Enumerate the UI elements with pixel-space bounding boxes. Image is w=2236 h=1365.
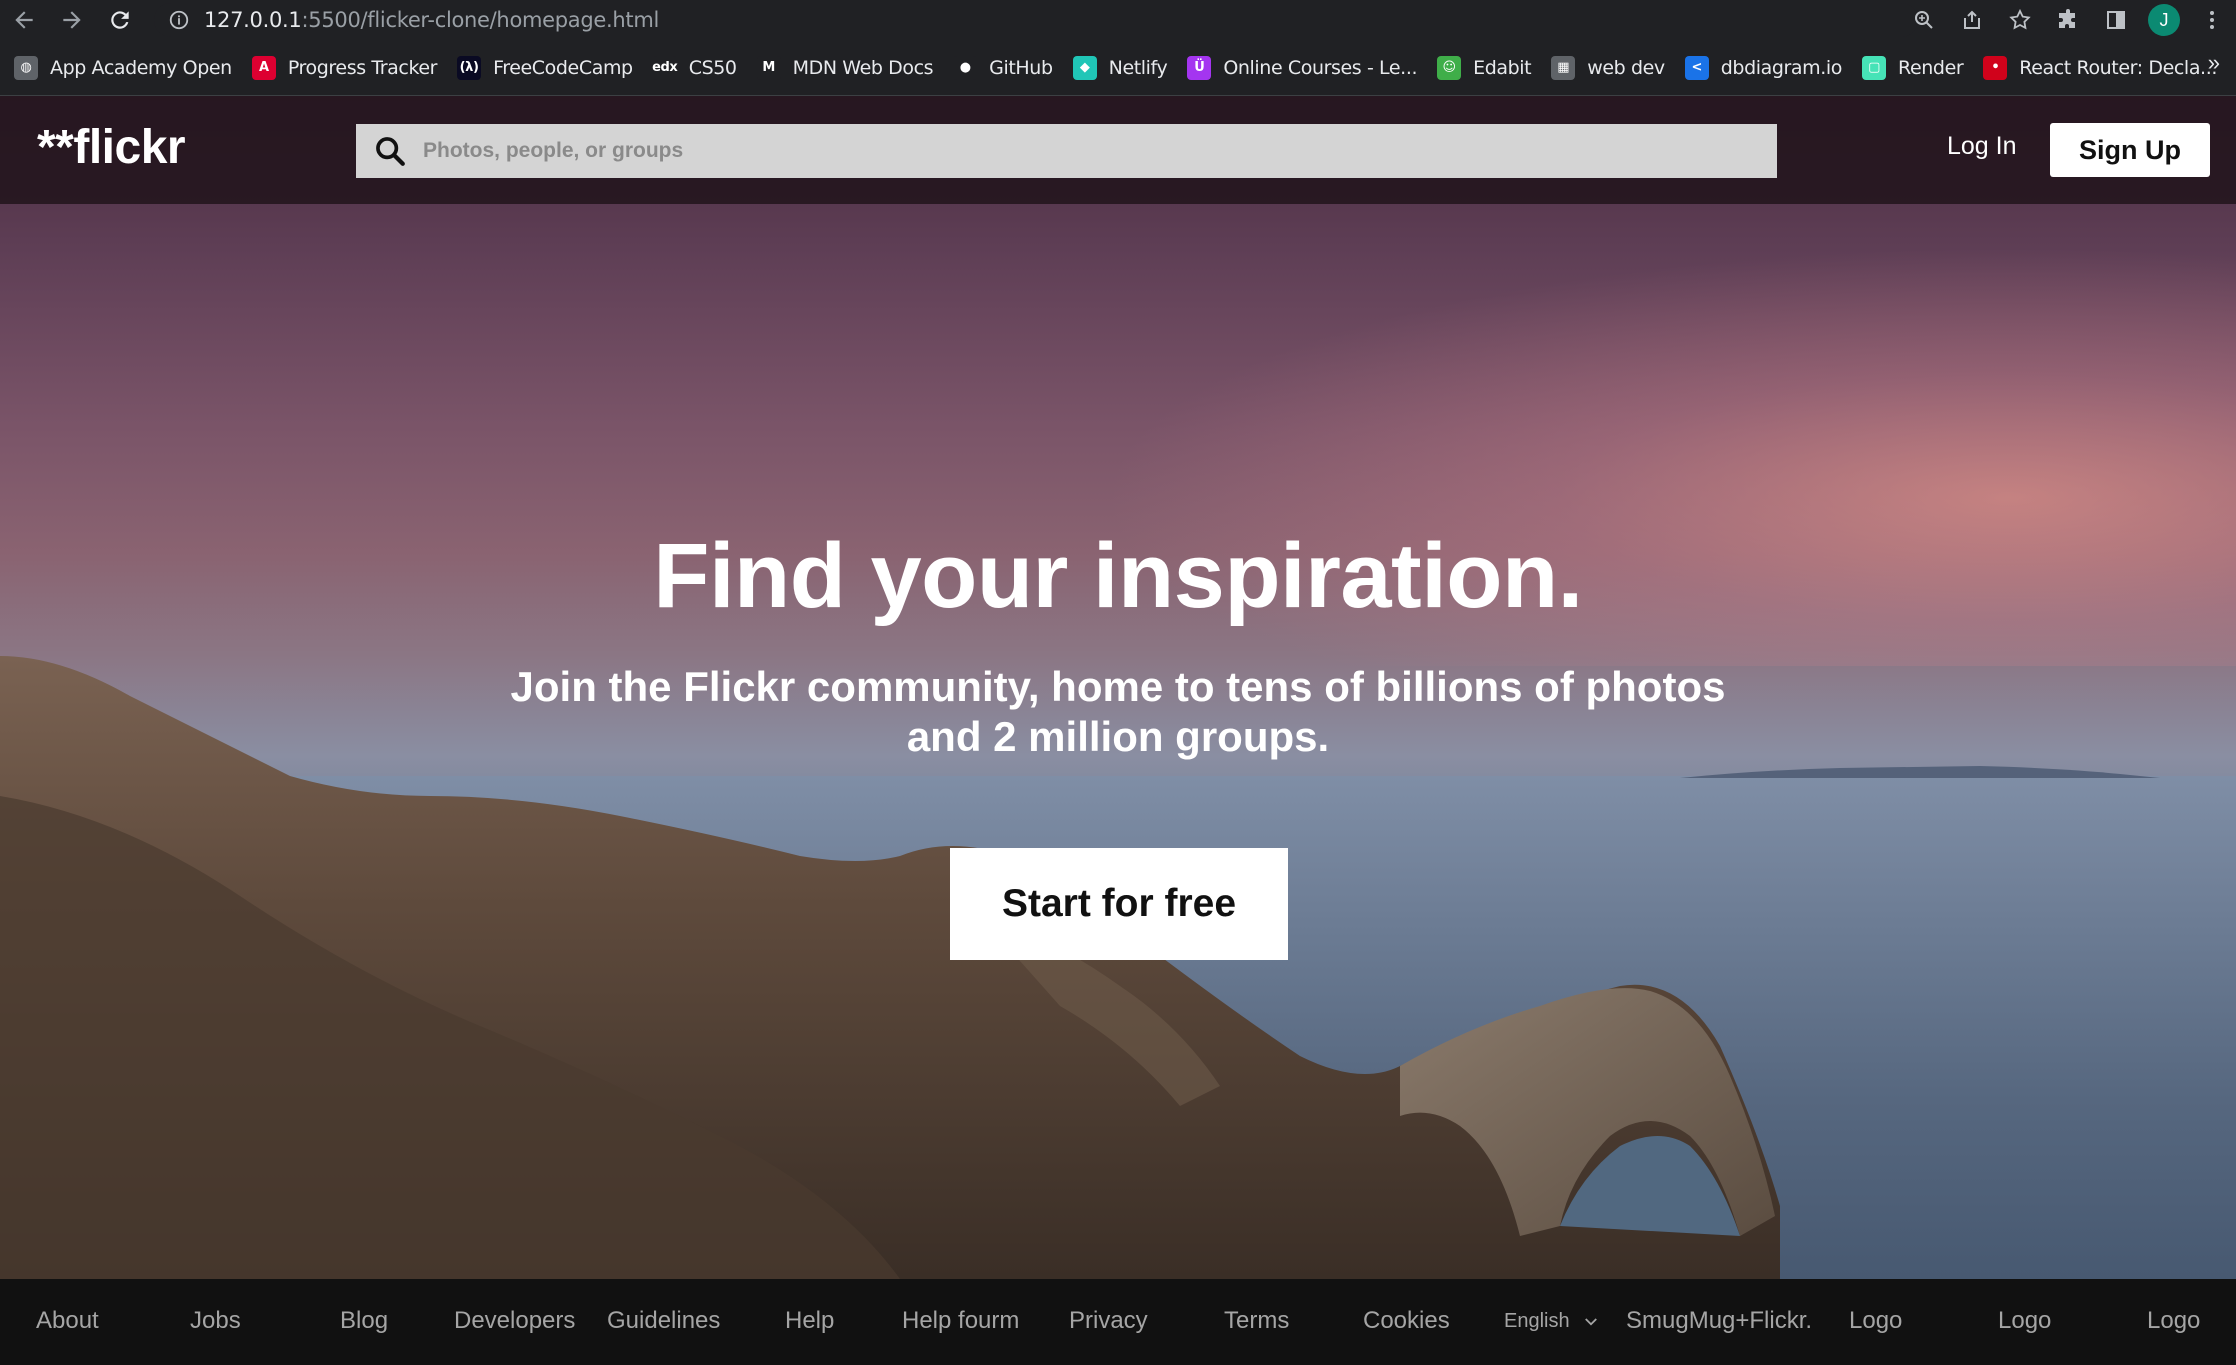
bookmark-item[interactable]: Ü Online Courses - Le... [1185, 48, 1427, 88]
netlify-icon: ◆ [1072, 55, 1097, 80]
footer-link-privacy[interactable]: Privacy [1069, 1307, 1148, 1335]
bookmark-item[interactable]: ▦ web dev [1549, 48, 1675, 88]
share-button[interactable] [1948, 0, 1996, 40]
edabit-icon: ☺ [1437, 55, 1462, 80]
reload-button[interactable] [96, 0, 144, 40]
bookmark-item[interactable]: < dbdiagram.io [1683, 48, 1852, 88]
render-icon: ▢ [1862, 55, 1887, 80]
browser-actions: J [1900, 0, 2236, 40]
arrow-left-icon [15, 11, 33, 29]
bookmarks-bar: ◍ App Academy Open A Progress Tracker (λ) Fre… [0, 40, 2236, 96]
info-icon [169, 10, 189, 30]
bookmark-label: Netlify [1108, 56, 1168, 79]
freecodecamp-icon: (λ) [457, 55, 482, 80]
arrow-right-icon [63, 11, 81, 29]
puzzle-icon [2059, 9, 2075, 28]
hero-subline: Join the Flickr community, home to tens … [510, 663, 1726, 760]
bookmark-label: App Academy Open [50, 56, 232, 79]
bookmark-label: Online Courses - Le... [1223, 56, 1418, 79]
bookmark-star-button[interactable] [1996, 0, 2044, 40]
language-selector[interactable]: English [1504, 1310, 1600, 1333]
hero-headline: Find your inspiration. [653, 525, 1583, 627]
footer-logo-link[interactable]: Logo [1849, 1307, 1902, 1335]
browser-toolbar: 127.0.0.1:5500/flicker-clone/homepage.ht… [0, 0, 2236, 40]
angular-icon: A [251, 55, 276, 80]
flickr-logo[interactable]: **flickr [37, 120, 186, 175]
login-link[interactable]: Log In [1947, 132, 2017, 161]
bookmark-item[interactable]: A Progress Tracker [250, 48, 447, 88]
bookmark-label: MDN Web Docs [792, 56, 934, 79]
signup-button[interactable]: Sign Up [2050, 123, 2210, 177]
footer-link-cookies[interactable]: Cookies [1363, 1307, 1450, 1335]
smugmug-flickr-link[interactable]: SmugMug+Flickr. [1626, 1307, 1812, 1335]
address-bar[interactable]: 127.0.0.1:5500/flicker-clone/homepage.ht… [154, 3, 1918, 37]
side-panel-icon [2107, 11, 2125, 29]
globe-icon: ◍ [14, 55, 38, 80]
footer-link-blog[interactable]: Blog [340, 1307, 388, 1335]
bookmark-item[interactable]: edx CS50 [651, 48, 747, 88]
react-router-icon: • [1983, 55, 2008, 80]
bookmark-item[interactable]: (λ) FreeCodeCamp [455, 48, 643, 88]
zoom-button[interactable] [1900, 0, 1948, 40]
footer-link-developers[interactable]: Developers [454, 1307, 575, 1335]
footer-link-jobs[interactable]: Jobs [190, 1307, 241, 1335]
github-icon: ● [953, 55, 978, 80]
start-for-free-button[interactable]: Start for free [950, 848, 1288, 960]
share-icon [1964, 10, 1980, 29]
bookmark-label: dbdiagram.io [1720, 56, 1843, 79]
bookmark-item[interactable]: ● GitHub [951, 48, 1062, 88]
footer-link-guidelines[interactable]: Guidelines [607, 1307, 720, 1335]
search-input[interactable] [423, 139, 1723, 163]
forward-button[interactable] [48, 0, 96, 40]
bookmark-item[interactable]: • React Router: Decla... [1981, 48, 2227, 88]
bookmark-label: CS50 [688, 56, 737, 79]
url-path: :5500/flicker-clone/homepage.html [301, 8, 660, 32]
bookmark-label: FreeCodeCamp [493, 56, 633, 79]
bookmark-label: web dev [1587, 56, 1665, 79]
bookmark-item[interactable]: ☺ Edabit [1435, 48, 1541, 88]
bookmark-label: Edabit [1473, 56, 1532, 79]
footer-link-about[interactable]: About [36, 1307, 99, 1335]
search-bar [356, 124, 1777, 178]
footer-logo-link[interactable]: Logo [2147, 1307, 2200, 1335]
mdn-icon: M [756, 55, 781, 80]
site-header: **flickr Log In Sign Up [0, 96, 2236, 204]
bookmarks-overflow-button[interactable]: » [2208, 50, 2220, 76]
footer-link-terms[interactable]: Terms [1224, 1307, 1289, 1335]
dbdiagram-icon: < [1684, 55, 1709, 80]
star-icon [2009, 8, 2031, 30]
bookmark-label: GitHub [989, 56, 1053, 79]
bookmark-label: React Router: Decla... [2019, 56, 2217, 79]
udemy-icon: Ü [1187, 55, 1212, 80]
search-icon [376, 137, 405, 166]
folder-icon: ▦ [1551, 55, 1576, 80]
extensions-button[interactable] [2044, 0, 2092, 40]
bookmark-item[interactable]: M MDN Web Docs [755, 48, 944, 88]
chevron-down-icon [1584, 1317, 1597, 1326]
profile-avatar[interactable]: J [2148, 4, 2180, 36]
language-label: English [1504, 1310, 1570, 1332]
footer-logo-link[interactable]: Logo [1998, 1307, 2051, 1335]
browser-menu-button[interactable] [2188, 0, 2236, 40]
bookmark-item[interactable]: ▢ Render [1860, 48, 1973, 88]
bookmark-label: Progress Tracker [287, 56, 438, 79]
flickr-homepage: **flickr Log In Sign Up Find your inspir… [0, 96, 2236, 1365]
bookmark-label: Render [1898, 56, 1964, 79]
url-host: 127.0.0.1 [204, 8, 302, 32]
side-panel-button[interactable] [2092, 0, 2140, 40]
zoom-icon [1915, 11, 1933, 29]
back-button[interactable] [0, 0, 48, 40]
more-vertical-icon [2210, 11, 2214, 29]
footer-link-help-fourm[interactable]: Help fourm [902, 1307, 1019, 1335]
footer-link-help[interactable]: Help [785, 1307, 834, 1335]
site-footer: About Jobs Blog Developers Guidelines Help Hel… [0, 1279, 2236, 1365]
reload-icon [111, 11, 129, 29]
edx-icon: edx [652, 55, 678, 80]
bookmark-item[interactable]: ◆ Netlify [1071, 48, 1178, 88]
bookmark-item[interactable]: ◍ App Academy Open [12, 48, 242, 88]
